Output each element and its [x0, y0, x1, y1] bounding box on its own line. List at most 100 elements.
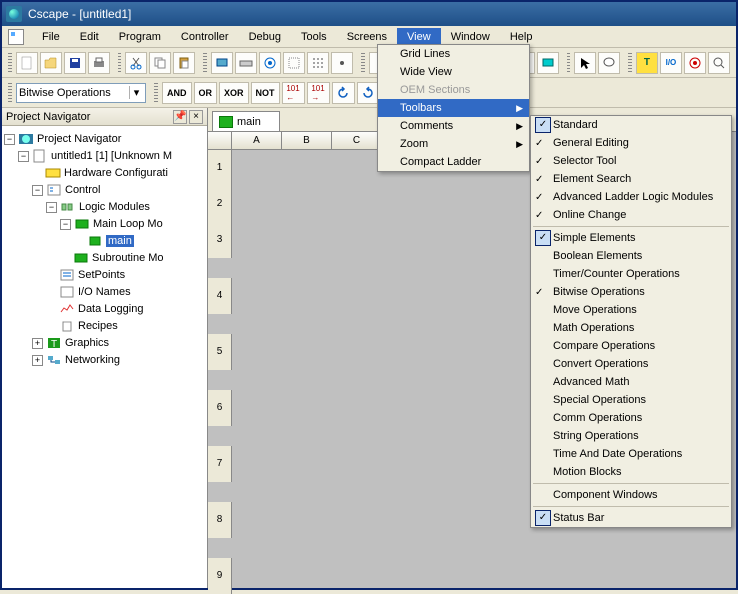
target-button[interactable]: [684, 52, 706, 74]
menu-help[interactable]: Help: [500, 28, 543, 46]
save-button[interactable]: [64, 52, 86, 74]
pin-icon[interactable]: 📌: [173, 110, 187, 124]
toolbar-toggle-time-and-date-operations[interactable]: Time And Date Operations: [531, 445, 731, 463]
col-b[interactable]: B: [282, 132, 332, 149]
xor-button[interactable]: XOR: [219, 82, 249, 104]
toolbar-toggle-string-operations[interactable]: String Operations: [531, 427, 731, 445]
menu-compact-ladder[interactable]: Compact Ladder: [378, 153, 529, 171]
shift-right-button[interactable]: 101→: [307, 82, 330, 104]
collapse-icon[interactable]: −: [46, 202, 57, 213]
pointer-button[interactable]: [574, 52, 596, 74]
tree-graphics[interactable]: Graphics: [65, 337, 109, 349]
and-button[interactable]: AND: [162, 82, 192, 104]
expand-icon[interactable]: +: [32, 355, 43, 366]
menu-screens[interactable]: Screens: [337, 28, 397, 46]
close-icon[interactable]: ×: [189, 110, 203, 124]
toolbar-grip[interactable]: [361, 53, 365, 73]
menu-wide-view[interactable]: Wide View: [378, 63, 529, 81]
toolbar-grip[interactable]: [8, 83, 12, 103]
menu-comments[interactable]: Comments▶: [378, 117, 529, 135]
tree-datalog[interactable]: Data Logging: [78, 303, 143, 315]
toolbar-toggle-standard[interactable]: ✓Standard: [531, 116, 731, 134]
toolbar-grip[interactable]: [8, 53, 12, 73]
print-button[interactable]: [88, 52, 110, 74]
toolbar-toggle-general-editing[interactable]: ✓General Editing: [531, 134, 731, 152]
open-file-button[interactable]: [40, 52, 62, 74]
row-6[interactable]: 6: [208, 390, 232, 426]
project-tree[interactable]: −Project Navigator −untitled1 [1] [Unkno…: [2, 126, 207, 588]
toolbar-toggle-advanced-math[interactable]: Advanced Math: [531, 373, 731, 391]
tree-ionames[interactable]: I/O Names: [78, 286, 131, 298]
collapse-icon[interactable]: −: [60, 219, 71, 230]
tree-setpoints[interactable]: SetPoints: [78, 269, 125, 281]
row-9[interactable]: 9: [208, 558, 232, 594]
row-7[interactable]: 7: [208, 446, 232, 482]
new-file-button[interactable]: [16, 52, 38, 74]
screens-button[interactable]: [537, 52, 559, 74]
system-menu-icon[interactable]: [8, 29, 24, 45]
toolbar-toggle-status-bar[interactable]: ✓Status Bar: [531, 509, 731, 527]
toolbar-toggle-motion-blocks[interactable]: Motion Blocks: [531, 463, 731, 481]
collapse-icon[interactable]: −: [4, 134, 15, 145]
toolbar-grip[interactable]: [118, 53, 122, 73]
menu-file[interactable]: File: [32, 28, 70, 46]
menu-edit[interactable]: Edit: [70, 28, 109, 46]
menu-controller[interactable]: Controller: [171, 28, 239, 46]
paste-button[interactable]: [173, 52, 195, 74]
toolbar-toggle-simple-elements[interactable]: ✓Simple Elements: [531, 229, 731, 247]
toolbar-toggle-special-operations[interactable]: Special Operations: [531, 391, 731, 409]
toolbar-toggle-online-change[interactable]: ✓Online Change: [531, 206, 731, 224]
menu-debug[interactable]: Debug: [239, 28, 291, 46]
dot-button[interactable]: [331, 52, 353, 74]
toolbar-grip[interactable]: [203, 53, 207, 73]
row-1[interactable]: 1: [208, 150, 232, 186]
tree-root[interactable]: Project Navigator: [37, 133, 121, 145]
navigator-header[interactable]: Project Navigator 📌 ×: [2, 108, 207, 126]
tab-main[interactable]: main: [212, 111, 280, 131]
tree-recipes[interactable]: Recipes: [78, 320, 118, 332]
cut-button[interactable]: [125, 52, 147, 74]
tree-networking[interactable]: Networking: [65, 354, 120, 366]
toolbar-grip[interactable]: [567, 53, 571, 73]
toolbar-toggle-bitwise-operations[interactable]: ✓Bitwise Operations: [531, 283, 731, 301]
find-button[interactable]: [708, 52, 730, 74]
menu-tools[interactable]: Tools: [291, 28, 337, 46]
config-button[interactable]: [211, 52, 233, 74]
toolbar-toggle-advanced-ladder-logic-modules[interactable]: ✓Advanced Ladder Logic Modules: [531, 188, 731, 206]
copy-button[interactable]: [149, 52, 171, 74]
settings-button[interactable]: [259, 52, 281, 74]
collapse-icon[interactable]: −: [18, 151, 29, 162]
toolbar-grip[interactable]: [154, 83, 158, 103]
tree-main[interactable]: main: [106, 235, 134, 247]
toolbar-toggle-selector-tool[interactable]: ✓Selector Tool: [531, 152, 731, 170]
or-button[interactable]: OR: [194, 82, 218, 104]
menu-grid-lines[interactable]: Grid Lines: [378, 45, 529, 63]
rotate-left-button[interactable]: [332, 82, 355, 104]
collapse-icon[interactable]: −: [32, 185, 43, 196]
toolbar-toggle-move-operations[interactable]: Move Operations: [531, 301, 731, 319]
io-button[interactable]: I/O: [660, 52, 682, 74]
row-3[interactable]: 3: [208, 222, 232, 258]
toolbar-toggle-component-windows[interactable]: Component Windows: [531, 486, 731, 504]
tree-project[interactable]: untitled1 [1] [Unknown M: [51, 150, 172, 162]
menu-toolbars[interactable]: Toolbars▶: [378, 99, 529, 117]
col-a[interactable]: A: [232, 132, 282, 149]
not-button[interactable]: NOT: [251, 82, 280, 104]
toolbar-toggle-compare-operations[interactable]: Compare Operations: [531, 337, 731, 355]
comment-button[interactable]: [598, 52, 620, 74]
toolbar-toggle-boolean-elements[interactable]: Boolean Elements: [531, 247, 731, 265]
menu-program[interactable]: Program: [109, 28, 171, 46]
tree-mainloop[interactable]: Main Loop Mo: [93, 218, 163, 230]
hw-button[interactable]: [235, 52, 257, 74]
menu-window[interactable]: Window: [441, 28, 500, 46]
tree-subroutine[interactable]: Subroutine Mo: [92, 252, 164, 264]
tree-control[interactable]: Control: [65, 184, 100, 196]
toolbar-toggle-math-operations[interactable]: Math Operations: [531, 319, 731, 337]
toolbar-toggle-comm-operations[interactable]: Comm Operations: [531, 409, 731, 427]
menu-zoom[interactable]: Zoom▶: [378, 135, 529, 153]
toolbar-toggle-element-search[interactable]: ✓Element Search: [531, 170, 731, 188]
row-4[interactable]: 4: [208, 278, 232, 314]
row-2[interactable]: 2: [208, 186, 232, 222]
toolbar-grip[interactable]: [628, 53, 632, 73]
text-t-button[interactable]: T: [636, 52, 658, 74]
